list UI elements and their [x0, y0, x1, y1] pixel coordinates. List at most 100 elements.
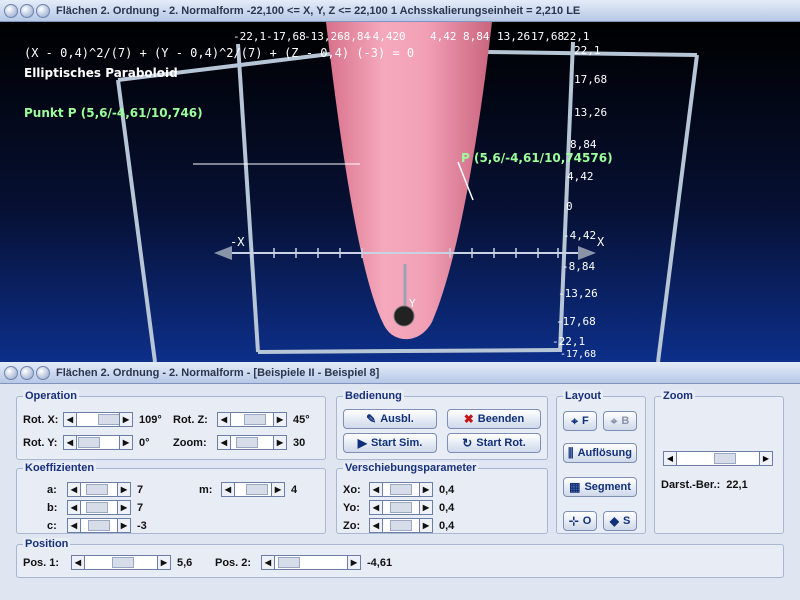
pos1-right-arrow[interactable]: ▶ [157, 556, 170, 569]
pos2-slider[interactable]: ◀ ▶ [261, 555, 361, 570]
coef-c-thumb[interactable] [88, 520, 110, 531]
bedienung-title: Bedienung [343, 390, 404, 402]
window-button-1[interactable] [4, 3, 18, 18]
rot-x-label: Rot. X: [23, 413, 59, 426]
pos2-right-arrow[interactable]: ▶ [347, 556, 360, 569]
coef-m-thumb[interactable] [246, 484, 268, 495]
yo-slider[interactable]: ◀ ▶ [369, 500, 433, 515]
coef-a-thumb[interactable] [86, 484, 108, 495]
rot-z-thumb[interactable] [244, 414, 266, 425]
pos1-row: Pos. 1: ◀ ▶ 5,6 [23, 555, 192, 570]
zoom-value: 30 [293, 436, 306, 449]
rot-y-label: Rot. Y: [23, 436, 58, 449]
beenden-button[interactable]: ✖ Beenden [447, 409, 541, 429]
pos2-left-arrow[interactable]: ◀ [262, 556, 275, 569]
rot-x-thumb[interactable] [98, 414, 120, 425]
top-scale-5: 0 [399, 30, 406, 43]
zoom-right-arrow[interactable]: ▶ [273, 436, 286, 449]
coef-a-slider[interactable]: ◀ ▶ [67, 482, 131, 497]
yo-left-arrow[interactable]: ◀ [370, 501, 383, 514]
rot-x-right-arrow[interactable]: ▶ [119, 413, 132, 426]
coef-c-slider[interactable]: ◀ ▶ [67, 518, 131, 533]
beenden-label: Beenden [477, 413, 525, 425]
yo-thumb[interactable] [390, 502, 412, 513]
rot-y-left-arrow[interactable]: ◀ [64, 436, 77, 449]
top-window-titlebar[interactable]: Flächen 2. Ordnung - 2. Normalform -22,1… [0, 0, 800, 22]
layout-o-button[interactable]: ⊹ O [563, 511, 597, 531]
coef-a-left-arrow[interactable]: ◀ [68, 483, 81, 496]
zoom-left-arrow[interactable]: ◀ [218, 436, 231, 449]
coef-m-slider[interactable]: ◀ ▶ [221, 482, 285, 497]
coef-b-thumb[interactable] [86, 502, 108, 513]
y-axis-label: Y [409, 297, 416, 310]
side-scale-0: 22,1 [574, 44, 601, 57]
control-window-button-2[interactable] [20, 365, 34, 380]
aufloesung-button[interactable]: ⫼ Auflösung [563, 443, 637, 463]
start-sim-button[interactable]: ▶ Start Sim. [343, 433, 437, 453]
coef-m-row: m: ◀ ▶ 4 [199, 482, 297, 497]
rot-z-slider[interactable]: ◀ ▶ [217, 412, 287, 427]
xo-left-arrow[interactable]: ◀ [370, 483, 383, 496]
coef-b-slider[interactable]: ◀ ▶ [67, 500, 131, 515]
yo-right-arrow[interactable]: ▶ [419, 501, 432, 514]
rot-y-thumb[interactable] [78, 437, 100, 448]
rot-z-right-arrow[interactable]: ▶ [273, 413, 286, 426]
coef-m-label: m: [199, 483, 213, 496]
darst-right-arrow[interactable]: ▶ [759, 452, 772, 465]
coef-b-left-arrow[interactable]: ◀ [68, 501, 81, 514]
zo-right-arrow[interactable]: ▶ [419, 519, 432, 532]
start-rot-button[interactable]: ↻ Start Rot. [447, 433, 541, 453]
xo-label: Xo: [343, 483, 361, 496]
rot-z-left-arrow[interactable]: ◀ [218, 413, 231, 426]
rot-y-slider[interactable]: ◀ ▶ [63, 435, 133, 450]
side-scale-1: 17,68 [574, 73, 608, 86]
darst-thumb[interactable] [714, 453, 736, 464]
coef-c-right-arrow[interactable]: ▶ [117, 519, 130, 532]
pos1-slider[interactable]: ◀ ▶ [71, 555, 171, 570]
zo-slider[interactable]: ◀ ▶ [369, 518, 433, 533]
coef-b-label: b: [47, 501, 58, 514]
layout-f-button[interactable]: ⌖ F [563, 411, 597, 431]
control-window-controls[interactable] [4, 365, 50, 380]
coef-a-right-arrow[interactable]: ▶ [117, 483, 130, 496]
window-controls[interactable] [4, 3, 50, 18]
zoom-thumb[interactable] [236, 437, 258, 448]
rot-z-label: Rot. Z: [173, 413, 208, 426]
control-window-titlebar[interactable]: Flächen 2. Ordnung - 2. Normalform - [Be… [0, 362, 800, 384]
coef-c-left-arrow[interactable]: ◀ [68, 519, 81, 532]
rot-y-right-arrow[interactable]: ▶ [119, 436, 132, 449]
point-info: Punkt P (5,6/-4,61/10,746) [24, 106, 203, 120]
zo-thumb[interactable] [390, 520, 412, 531]
operation-group: Operation Rot. X: ◀ ▶ 109° Rot. Z: ◀ ▶ 45°… [16, 390, 326, 460]
pos2-thumb[interactable] [278, 557, 300, 568]
coef-m-right-arrow[interactable]: ▶ [271, 483, 284, 496]
zo-left-arrow[interactable]: ◀ [370, 519, 383, 532]
zoom-group-title: Zoom [661, 390, 695, 402]
zoom-slider[interactable]: ◀ ▶ [217, 435, 287, 450]
coef-m-left-arrow[interactable]: ◀ [222, 483, 235, 496]
layout-s-button[interactable]: ◆ S [603, 511, 637, 531]
xo-thumb[interactable] [390, 484, 412, 495]
plot-viewport[interactable]: (X - 0,4)^2/(7) + (Y - 0,4)^2/(7) + (Z -… [0, 22, 800, 362]
control-window-button-3[interactable] [36, 365, 50, 380]
top-scale-1: -17,68 [266, 30, 306, 43]
coef-b-right-arrow[interactable]: ▶ [117, 501, 130, 514]
window-button-2[interactable] [20, 3, 34, 18]
control-window-button-1[interactable] [4, 365, 18, 380]
darst-row: Darst.-Ber.: 22,1 [661, 479, 748, 491]
play-icon: ▶ [357, 436, 367, 450]
rot-x-slider[interactable]: ◀ ▶ [63, 412, 133, 427]
xo-slider[interactable]: ◀ ▶ [369, 482, 433, 497]
xo-right-arrow[interactable]: ▶ [419, 483, 432, 496]
darst-left-arrow[interactable]: ◀ [664, 452, 677, 465]
layout-b-button[interactable]: ⌖ B [603, 411, 637, 431]
pos1-left-arrow[interactable]: ◀ [72, 556, 85, 569]
ausbl-button[interactable]: ✎ Ausbl. [343, 409, 437, 429]
side-scale-9: -17,68 [556, 315, 596, 328]
segment-button[interactable]: ▦ Segment [563, 477, 637, 497]
rot-x-left-arrow[interactable]: ◀ [64, 413, 77, 426]
window-button-3[interactable] [36, 3, 50, 18]
pos1-thumb[interactable] [112, 557, 134, 568]
darst-slider[interactable]: ◀ ▶ [663, 451, 773, 466]
equation-text: (X - 0,4)^2/(7) + (Y - 0,4)^2/(7) + (Z -… [24, 46, 415, 60]
